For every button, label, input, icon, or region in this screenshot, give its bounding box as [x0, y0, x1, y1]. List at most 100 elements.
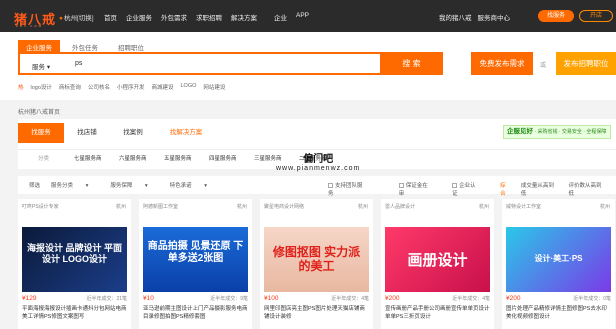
nav-outsourcing[interactable]: 外包需求: [161, 12, 187, 22]
card-price: ¥10: [143, 295, 154, 302]
card-price: ¥100: [264, 295, 279, 302]
breadcrumb[interactable]: 杭州猪八戒首页: [18, 107, 60, 116]
card-title[interactable]: 网里印图店亮主图PS图片处理天猫店铺商铺设计装修: [264, 305, 370, 321]
main-nav: 首页 企业服务 外包需求 求职招聘 解决方案 企业 APP: [104, 12, 318, 22]
chevron-down-icon: ▾: [144, 183, 148, 189]
card-location: 杭州: [599, 204, 610, 210]
service-guarantee-dropdown[interactable]: 服务保障 ▾: [110, 181, 158, 189]
card-location: 杭州: [357, 204, 368, 210]
hot-item[interactable]: 小程序开发: [117, 83, 145, 91]
shop-name[interactable]: 雷人品牌设计 杭州: [385, 203, 493, 210]
tab-find-service[interactable]: 找服务: [18, 123, 64, 143]
service-card[interactable]: 阿德新图工作室 杭州 商品拍摄 见景还原 下单多送2张图 ¥10 近半年成交：9笔…: [139, 199, 252, 329]
card-thumbnail[interactable]: 修图抠图 实力派的美工: [264, 227, 369, 292]
card-location: 杭州: [115, 204, 126, 210]
checkbox-icon: [398, 183, 404, 189]
chevron-down-icon: ▾: [204, 183, 207, 189]
sort-filters: 筛选 服务分类 ▾ 服务保障 ▾ 特色承诺 ▾: [29, 181, 229, 189]
top-nav-bar: 猪八戒 ZBJ.COM ●杭州[切换] 首页 企业服务 外包需求 求职招聘 解决…: [0, 0, 616, 32]
thumbnail-text: 设计·美工·PS: [534, 254, 583, 263]
service-card[interactable]: 聚星电商设计网络 杭州 修图抠图 实力派的美工 ¥100 近半年成交：4笔 网里印…: [260, 199, 373, 329]
site-logo-subtitle: ZBJ.COM: [16, 24, 44, 28]
card-sales: 近半年成交：4笔: [452, 296, 490, 302]
card-thumbnail[interactable]: 画册设计: [385, 227, 490, 292]
result-tabs: 找服务 找店铺 找案例 找解决方案: [18, 123, 216, 143]
service-card-list: 叮咚PS设计专家 杭州 海报设计 品牌设计 平面设计 LOGO设计 ¥129 近半…: [18, 199, 616, 329]
sort-comprehensive[interactable]: 综合: [500, 181, 511, 197]
city-switcher[interactable]: ●杭州[切换]: [59, 12, 94, 22]
find-service-button[interactable]: 找服务: [538, 10, 574, 22]
search-type-select[interactable]: 服务 ▾: [32, 61, 50, 71]
service-category-dropdown[interactable]: 服务分类 ▾: [51, 181, 99, 189]
nav-solutions[interactable]: 解决方案: [231, 12, 257, 22]
hot-item[interactable]: 网站建设: [203, 83, 225, 91]
shop-name[interactable]: 阿德新图工作室 杭州: [143, 203, 251, 210]
nav-enterprise-service[interactable]: 企业服务: [126, 12, 152, 22]
tab-find-case[interactable]: 找案例: [110, 123, 156, 143]
card-title[interactable]: 图片处理产品精修详情主图修图PS去水印美化视频修图设计: [506, 305, 612, 321]
filter-label: 分类: [38, 156, 50, 162]
card-price: ¥200: [385, 295, 400, 302]
filter-option[interactable]: 四星服务商: [209, 154, 254, 162]
enterprise-cert-checkbox[interactable]: 企业认证: [452, 181, 490, 197]
sort-by-sales[interactable]: 成交量从高到低: [521, 181, 559, 197]
publish-demand-button[interactable]: 免费发布需求: [471, 52, 533, 75]
thumbnail-text: 商品拍摄 见景还原 下单多送2张图: [147, 241, 244, 264]
card-price: ¥129: [22, 295, 37, 302]
nav-app[interactable]: APP: [296, 12, 309, 22]
sort-options: 支持团队服务 保证金在审 企业认证 综合 成交量从高到低 评价数从高到低: [328, 181, 616, 197]
promo-banner[interactable]: 企服见好 · 采购省钱 · 交易安全 · 全程保障: [503, 125, 611, 139]
card-sales: 近半年成交：0笔: [573, 296, 611, 302]
checkbox-icon: [328, 183, 333, 189]
hot-item[interactable]: LOGO: [180, 83, 196, 91]
sort-by-reviews[interactable]: 评价数从高到低: [568, 181, 606, 197]
card-title[interactable]: 平面海报海报设计插画卡通抖分包网站电商美工详情PS修图文案图写: [22, 305, 128, 321]
card-thumbnail[interactable]: 设计·美工·PS: [506, 227, 611, 292]
service-card[interactable]: 雷人品牌设计 杭州 画册设计 ¥200 近半年成交：4笔 宣传画册产品手册公司画册…: [381, 199, 494, 329]
deposit-checkbox[interactable]: 保证金在审: [398, 181, 442, 197]
filter-option[interactable]: 二星服务商: [299, 154, 344, 162]
service-card[interactable]: 叮咚PS设计专家 杭州 海报设计 品牌设计 平面设计 LOGO设计 ¥129 近半…: [18, 199, 131, 329]
user-links: 我的猪八戒 服务商中心: [439, 12, 516, 22]
card-title[interactable]: 亚马逊前期主图设计上门产品摄影服务电商目录修图拍图PS精修套图: [143, 305, 249, 321]
card-thumbnail[interactable]: 商品拍摄 见景还原 下单多送2张图: [143, 227, 248, 292]
filter-option[interactable]: 六星服务商: [119, 154, 164, 162]
search-button[interactable]: 搜 索: [380, 52, 443, 75]
nav-home[interactable]: 首页: [104, 12, 117, 22]
hot-item[interactable]: 公司核名: [88, 83, 110, 91]
card-thumbnail[interactable]: 海报设计 品牌设计 平面设计 LOGO设计: [22, 227, 127, 292]
service-card[interactable]: 威特设计工作室 杭州 设计·美工·PS ¥200 近半年成交：0笔 图片处理产品精…: [502, 199, 615, 329]
provider-center-link[interactable]: 服务商中心: [478, 12, 511, 22]
filter-option[interactable]: 五星服务商: [164, 154, 209, 162]
tab-find-shop[interactable]: 找店铺: [64, 123, 110, 143]
filter-option[interactable]: 七星服务商: [74, 154, 119, 162]
card-location: 杭州: [236, 204, 247, 210]
shop-name[interactable]: 聚星电商设计网络 杭州: [264, 203, 372, 210]
thumbnail-text: 海报设计 品牌设计 平面设计 LOGO设计: [26, 243, 122, 264]
fire-icon: 热: [18, 85, 24, 91]
hot-searches: 热 logo设计 商标查询 公司核名 小程序开发 商城建设 LOGO 网站建设: [18, 83, 232, 91]
nav-enterprise[interactable]: 企业: [274, 12, 287, 22]
hot-item[interactable]: 商城建设: [151, 83, 173, 91]
chevron-down-icon: ▾: [46, 64, 51, 71]
tab-find-solution[interactable]: 找解决方案: [156, 123, 216, 143]
card-sales: 近半年成交：4笔: [331, 296, 369, 302]
filter-option[interactable]: 三星服务商: [254, 154, 299, 162]
hot-item[interactable]: logo设计: [31, 83, 52, 91]
hot-item[interactable]: 商标查询: [59, 83, 81, 91]
filter-label: 筛选: [29, 183, 41, 189]
shop-name[interactable]: 威特设计工作室 杭州: [506, 203, 614, 210]
thumbnail-text: 修图抠图 实力派的美工: [272, 245, 361, 273]
card-title[interactable]: 宣传画册产品手册公司画册宣传单单页设计单单PS三折页设计: [385, 305, 491, 321]
card-location: 杭州: [478, 204, 489, 210]
publish-job-button[interactable]: 发布招聘职位: [556, 52, 616, 75]
my-account-link[interactable]: 我的猪八戒: [439, 12, 472, 22]
team-service-checkbox[interactable]: 支持团队服务: [328, 181, 377, 197]
shop-name[interactable]: 叮咚PS设计专家 杭州: [22, 203, 130, 210]
feature-promise-dropdown[interactable]: 特色承诺 ▾: [170, 181, 218, 189]
open-shop-button[interactable]: 开店: [579, 10, 613, 22]
thumbnail-text: 画册设计: [407, 252, 468, 269]
card-sales: 近半年成交：9笔: [210, 296, 248, 302]
nav-jobs[interactable]: 求职招聘: [196, 12, 222, 22]
search-input[interactable]: ps: [75, 60, 82, 67]
